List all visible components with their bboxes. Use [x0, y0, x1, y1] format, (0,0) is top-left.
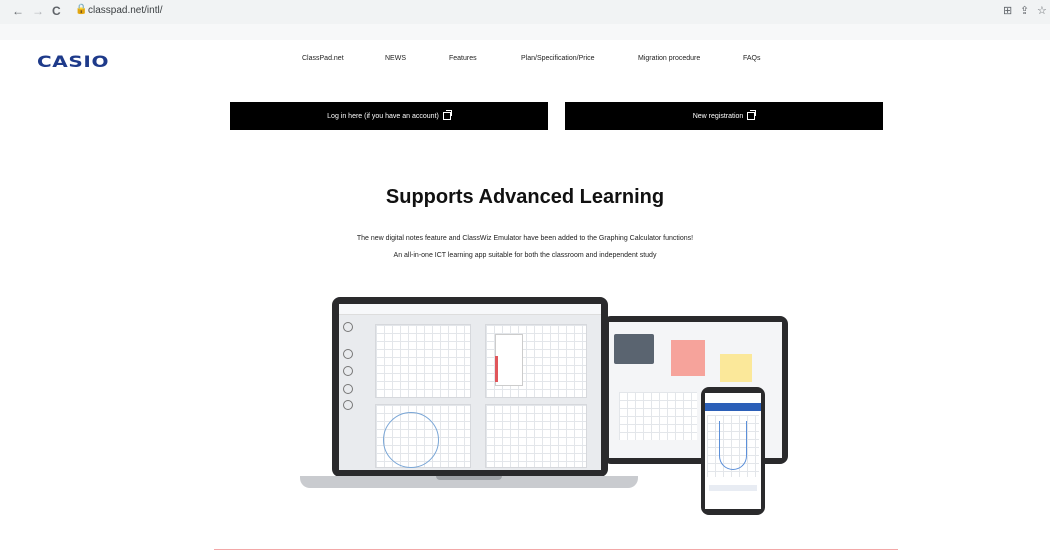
share-icon[interactable]: ⇪ [1020, 4, 1029, 17]
nav-migration[interactable]: Migration procedure [638, 55, 700, 62]
hero-subtitle-line1: The new digital notes feature and ClassW… [356, 235, 694, 242]
phone-screen [705, 393, 761, 509]
browser-tabstrip-area [0, 24, 1050, 40]
laptop-screen [339, 304, 601, 470]
external-link-icon [747, 110, 757, 120]
reload-icon[interactable]: C [52, 4, 61, 18]
hero-subtitle-line2: An all-in-one ICT learning app suitable … [393, 252, 657, 259]
nav-plan-spec-price[interactable]: Plan/Specification/Price [521, 55, 595, 62]
back-icon[interactable]: ← [12, 4, 24, 18]
login-label: Log in here (if you have an account) [327, 112, 439, 120]
lock-icon[interactable]: 🔒 [75, 4, 87, 15]
external-link-icon [442, 110, 452, 120]
nav-features[interactable]: Features [449, 55, 477, 62]
translate-icon[interactable]: ⊞ [1003, 4, 1012, 17]
browser-toolbar: ← → C 🔒 classpad.net/intl/ ⊞ ⇪ ☆ [0, 0, 1050, 24]
page-title: Supports Advanced Learning [385, 186, 665, 208]
casio-logo[interactable]: CASIO [37, 52, 109, 71]
nav-faqs[interactable]: FAQs [743, 55, 761, 62]
bookmark-star-icon[interactable]: ☆ [1037, 4, 1047, 17]
laptop-notch [436, 476, 502, 480]
forward-icon[interactable]: → [32, 4, 44, 18]
login-button[interactable]: Log in here (if you have an account) [230, 102, 548, 130]
new-registration-button[interactable]: New registration [565, 102, 883, 130]
nav-news[interactable]: NEWS [385, 55, 406, 62]
nav-classpad[interactable]: ClassPad.net [302, 55, 344, 62]
register-label: New registration [692, 112, 744, 120]
section-divider [214, 549, 898, 553]
address-bar[interactable]: classpad.net/intl/ [88, 5, 163, 16]
